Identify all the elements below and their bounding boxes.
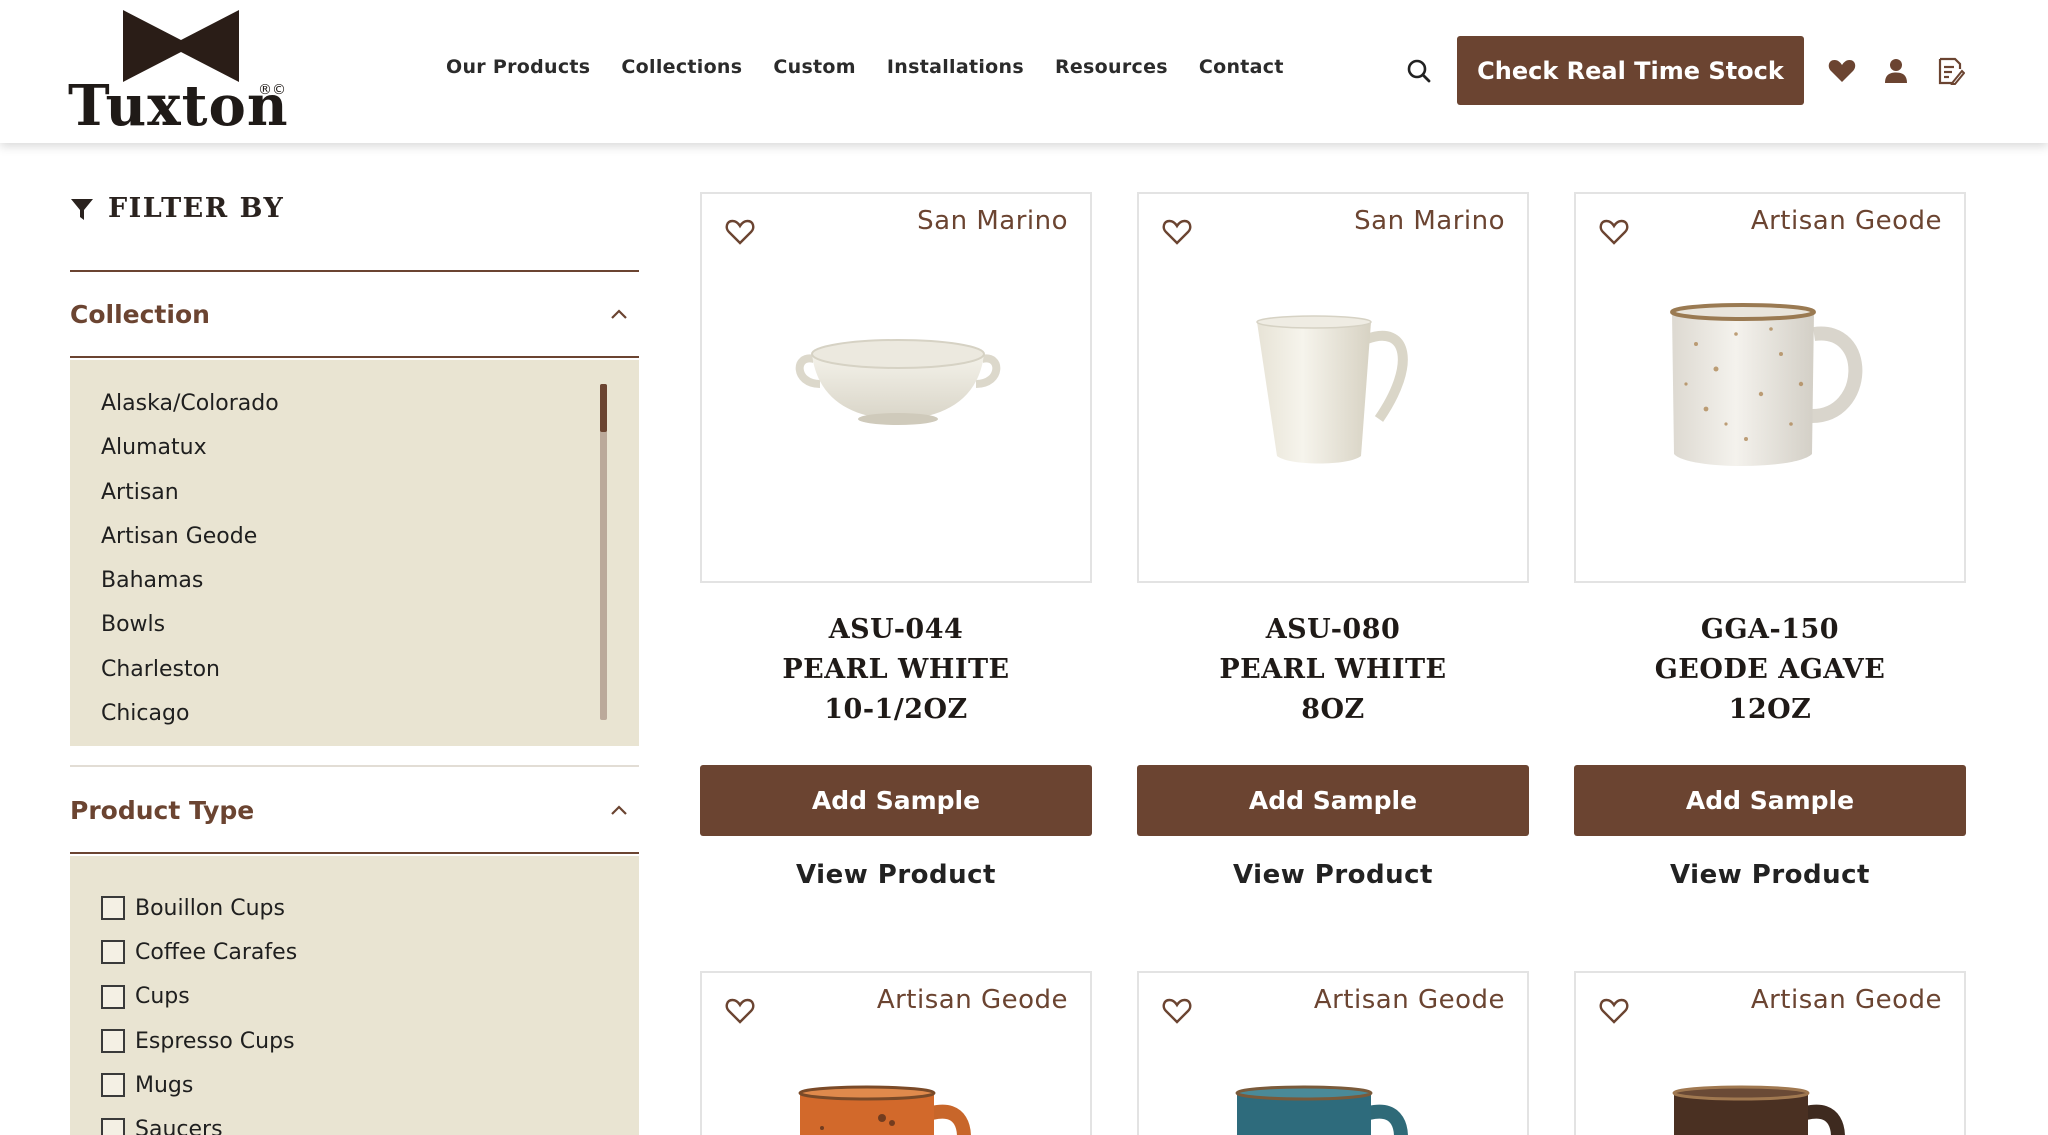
- product-code: ASU-080: [1265, 614, 1401, 645]
- option-label: Mugs: [135, 1072, 194, 1098]
- option-label: Bouillon Cups: [135, 895, 285, 921]
- product-type-option[interactable]: Saucers: [101, 1107, 639, 1135]
- collection-option[interactable]: Alumatux: [101, 426, 639, 470]
- add-sample-button[interactable]: Add Sample: [1137, 765, 1529, 836]
- user-icon[interactable]: [1881, 56, 1911, 86]
- add-sample-button[interactable]: Add Sample: [700, 765, 1092, 836]
- view-product-link[interactable]: View Product: [1137, 860, 1529, 890]
- filter-title: FILTER BY: [70, 193, 284, 224]
- checkbox[interactable]: [101, 984, 125, 1009]
- view-product-link[interactable]: View Product: [1574, 860, 1966, 890]
- product-code: GGA-150: [1700, 614, 1840, 645]
- site-header: Tuxton ®© Our Products Collections Custo…: [0, 0, 2048, 143]
- product-size: 10-1/2OZ: [824, 694, 968, 725]
- option-label: Espresso Cups: [135, 1028, 295, 1054]
- product-image-frame[interactable]: San Marino: [1137, 192, 1529, 583]
- nav-resources[interactable]: Resources: [1055, 56, 1168, 78]
- product-size: 12OZ: [1728, 694, 1812, 725]
- product-image-frame[interactable]: Artisan Geode: [1574, 192, 1966, 583]
- heart-icon[interactable]: [1827, 56, 1857, 86]
- product-type-option[interactable]: Espresso Cups: [101, 1019, 639, 1063]
- product-image-frame[interactable]: Artisan Geode: [700, 971, 1092, 1135]
- view-product-link[interactable]: View Product: [700, 860, 1092, 890]
- product-type-option[interactable]: Cups: [101, 975, 639, 1019]
- divider: [70, 765, 639, 767]
- option-label: Cups: [135, 984, 190, 1010]
- product-name[interactable]: ASU-080 PEARL WHITE 8OZ: [1137, 610, 1529, 730]
- product-image-frame[interactable]: San Marino: [700, 192, 1092, 583]
- product-finish: PEARL WHITE: [782, 654, 1010, 685]
- product-name[interactable]: ASU-044 PEARL WHITE 10-1/2OZ: [700, 610, 1092, 730]
- collection-option[interactable]: Charleston: [101, 648, 639, 692]
- product-type-facet-label: Product Type: [70, 795, 255, 825]
- nav-installations[interactable]: Installations: [887, 56, 1024, 78]
- nav-our-products[interactable]: Our Products: [446, 56, 590, 78]
- product-type-facet-toggle[interactable]: Product Type: [70, 768, 639, 854]
- check-stock-button[interactable]: Check Real Time Stock: [1457, 36, 1804, 105]
- collection-option[interactable]: Artisan Geode: [101, 515, 639, 559]
- filter-title-text: FILTER BY: [108, 193, 285, 224]
- logo-wordmark: Tuxton: [68, 73, 289, 139]
- collection-facet-label: Collection: [70, 299, 210, 329]
- collection-facet-toggle[interactable]: Collection: [70, 272, 639, 358]
- product-code: ASU-044: [828, 614, 964, 645]
- orange-mug-image: [798, 1085, 971, 1135]
- product-type-option[interactable]: Coffee Carafes: [101, 930, 639, 974]
- chevron-up-icon[interactable]: [611, 805, 627, 815]
- teal-mug-image: [1235, 1085, 1408, 1135]
- product-type-options: Bouillon Cups Coffee Carafes Cups Espres…: [70, 856, 639, 1135]
- product-image-frame[interactable]: Artisan Geode: [1574, 971, 1966, 1135]
- checkbox[interactable]: [101, 940, 125, 965]
- main-nav: Our Products Collections Custom Installa…: [446, 56, 1315, 78]
- brown-mug-image: [1672, 1085, 1845, 1135]
- nav-contact[interactable]: Contact: [1199, 56, 1284, 78]
- product-type-option[interactable]: Mugs: [101, 1063, 639, 1107]
- collection-option[interactable]: Bahamas: [101, 559, 639, 603]
- search-icon[interactable]: [1406, 58, 1432, 84]
- checkbox[interactable]: [101, 1117, 125, 1135]
- collection-option[interactable]: Bowls: [101, 603, 639, 647]
- add-sample-button[interactable]: Add Sample: [1574, 765, 1966, 836]
- collection-option[interactable]: Alaska/Colorado: [101, 382, 639, 426]
- collection-scrollbar[interactable]: [600, 384, 607, 720]
- bowtie-logo-icon: [123, 10, 239, 82]
- collection-option[interactable]: Chicago: [101, 692, 639, 736]
- checkbox[interactable]: [101, 1073, 125, 1098]
- option-label: Saucers: [135, 1117, 223, 1135]
- product-finish: GEODE AGAVE: [1654, 654, 1886, 685]
- product-type-option[interactable]: Bouillon Cups: [101, 886, 639, 930]
- logo-registered-mark: ®©: [258, 82, 286, 98]
- filter-funnel-icon: [71, 198, 93, 220]
- collection-option[interactable]: Artisan: [101, 471, 639, 515]
- product-finish: PEARL WHITE: [1219, 654, 1447, 685]
- nav-custom[interactable]: Custom: [773, 56, 856, 78]
- white-mug-image: [1256, 315, 1408, 464]
- checkbox[interactable]: [101, 1029, 125, 1054]
- collection-scrollbar-thumb[interactable]: [600, 384, 607, 432]
- quote-list-icon[interactable]: [1935, 56, 1965, 86]
- tuxton-logo[interactable]: Tuxton ®©: [68, 10, 288, 135]
- product-name[interactable]: GGA-150 GEODE AGAVE 12OZ: [1574, 610, 1966, 730]
- chevron-up-icon[interactable]: [611, 309, 627, 319]
- product-image-frame[interactable]: Artisan Geode: [1137, 971, 1529, 1135]
- geode-mug-image: [1670, 303, 1863, 466]
- bouillon-cup-image: [795, 339, 1001, 425]
- option-label: Coffee Carafes: [135, 939, 298, 965]
- collection-options: Alaska/Colorado Alumatux Artisan Artisan…: [70, 360, 639, 746]
- checkbox[interactable]: [101, 896, 125, 921]
- nav-collections[interactable]: Collections: [621, 56, 742, 78]
- product-size: 8OZ: [1301, 694, 1365, 725]
